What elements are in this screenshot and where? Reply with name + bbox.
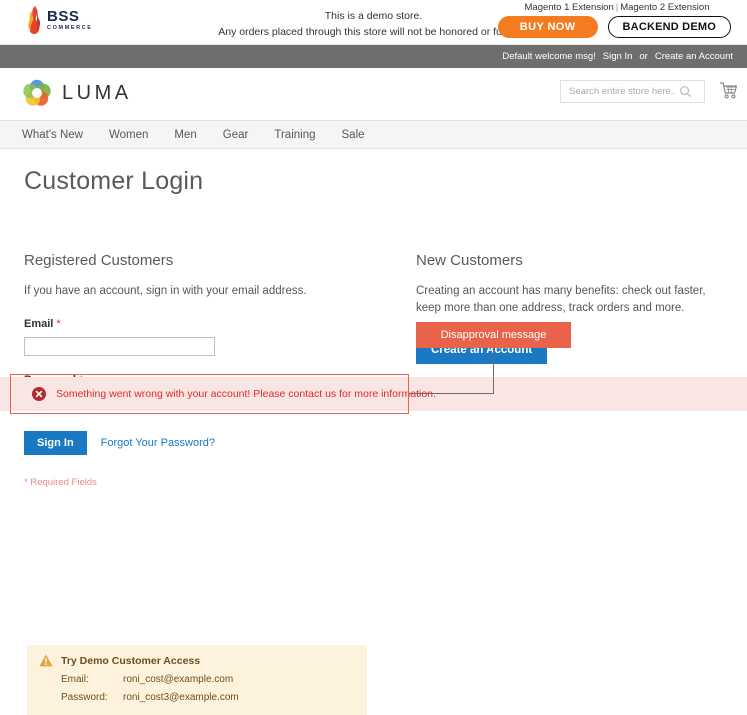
nav-item-sale[interactable]: Sale — [342, 129, 365, 141]
page-content: Customer Login Something went wrong with… — [0, 167, 747, 488]
demo-access-password-row: Password: roni_cost3@example.com — [39, 692, 353, 703]
create-account-link[interactable]: Create an Account — [655, 51, 733, 62]
nav-item-whats-new[interactable]: What's New — [22, 129, 83, 141]
annotation-connector-horizontal — [409, 393, 494, 394]
extension-links-separator: | — [616, 2, 618, 13]
luma-logo[interactable]: LUMA — [22, 78, 132, 108]
luma-brand-text: LUMA — [62, 82, 132, 105]
new-customers-section: New Customers Creating an account has ma… — [394, 252, 725, 488]
nav-item-gear[interactable]: Gear — [223, 129, 249, 141]
buy-now-button[interactable]: BUY NOW — [498, 16, 598, 38]
bss-flame-icon — [25, 5, 42, 35]
cart-icon[interactable] — [719, 81, 739, 101]
search-icon[interactable] — [679, 85, 692, 98]
backend-demo-button[interactable]: BACKEND DEMO — [608, 16, 731, 38]
new-customers-description: Creating an account has many benefits: c… — [416, 283, 725, 318]
sign-in-button[interactable]: Sign In — [24, 431, 87, 455]
bss-logo[interactable]: BSS COMMERCE — [25, 5, 93, 35]
email-input[interactable] — [24, 337, 215, 356]
registered-customers-heading: Registered Customers — [24, 252, 394, 269]
bss-wordmark: BSS COMMERCE — [47, 9, 93, 32]
email-label-text: Email — [24, 318, 53, 330]
registered-customers-section: Registered Customers If you have an acco… — [22, 252, 394, 488]
bss-banner-actions: Magento 1 Extension|Magento 2 Extension … — [497, 2, 737, 38]
nav-item-women[interactable]: Women — [109, 129, 148, 141]
demo-access-password-label: Password: — [61, 692, 123, 703]
email-label: Email * — [24, 318, 394, 330]
demo-access-title: Try Demo Customer Access — [61, 655, 200, 667]
annotation-callout: Disapproval message — [416, 322, 571, 348]
email-field-group: Email * — [24, 318, 394, 356]
email-required-mark: * — [56, 318, 60, 330]
search-box[interactable] — [560, 80, 705, 103]
extension-links: Magento 1 Extension|Magento 2 Extension — [497, 2, 737, 13]
annotation-callout-label: Disapproval message — [441, 329, 547, 341]
bss-demo-banner: BSS COMMERCE This is a demo store. Any o… — [0, 0, 747, 45]
demo-access-password-value: roni_cost3@example.com — [123, 692, 239, 703]
login-columns: Registered Customers If you have an acco… — [22, 252, 725, 488]
main-navigation: What's New Women Men Gear Training Sale — [0, 121, 747, 149]
required-fields-note: * Required Fields — [24, 477, 394, 488]
search-input[interactable] — [561, 81, 679, 102]
demo-customer-access-box: Try Demo Customer Access Email: roni_cos… — [27, 645, 367, 715]
bss-logo-name: BSS — [47, 9, 93, 24]
magento-1-extension-link[interactable]: Magento 1 Extension — [525, 2, 614, 13]
registered-customers-description: If you have an account, sign in with you… — [24, 283, 394, 300]
annotation-connector-vertical — [493, 348, 494, 394]
demo-access-header: Try Demo Customer Access — [39, 654, 353, 667]
top-panel-bar: Default welcome msg! Sign In or Create a… — [0, 45, 747, 68]
bss-button-group: BUY NOW BACKEND DEMO — [497, 16, 737, 38]
or-separator: or — [639, 51, 647, 62]
welcome-message: Default welcome msg! — [502, 51, 595, 62]
luma-ring-icon — [22, 78, 52, 108]
magento-2-extension-link[interactable]: Magento 2 Extension — [620, 2, 709, 13]
nav-item-men[interactable]: Men — [174, 129, 196, 141]
demo-access-email-label: Email: — [61, 674, 123, 685]
login-actions: Sign In Forgot Your Password? — [24, 431, 394, 455]
warning-triangle-icon — [39, 654, 53, 667]
annotation-highlight-box — [10, 374, 409, 414]
new-customers-heading: New Customers — [416, 252, 725, 269]
demo-access-email-row: Email: roni_cost@example.com — [39, 674, 353, 685]
sign-in-link[interactable]: Sign In — [603, 51, 633, 62]
nav-item-training[interactable]: Training — [274, 129, 315, 141]
bss-logo-subtitle: COMMERCE — [47, 26, 93, 32]
site-header: LUMA — [0, 68, 747, 120]
page-title: Customer Login — [24, 167, 725, 196]
forgot-password-link[interactable]: Forgot Your Password? — [101, 437, 215, 449]
demo-access-email-value: roni_cost@example.com — [123, 674, 233, 685]
